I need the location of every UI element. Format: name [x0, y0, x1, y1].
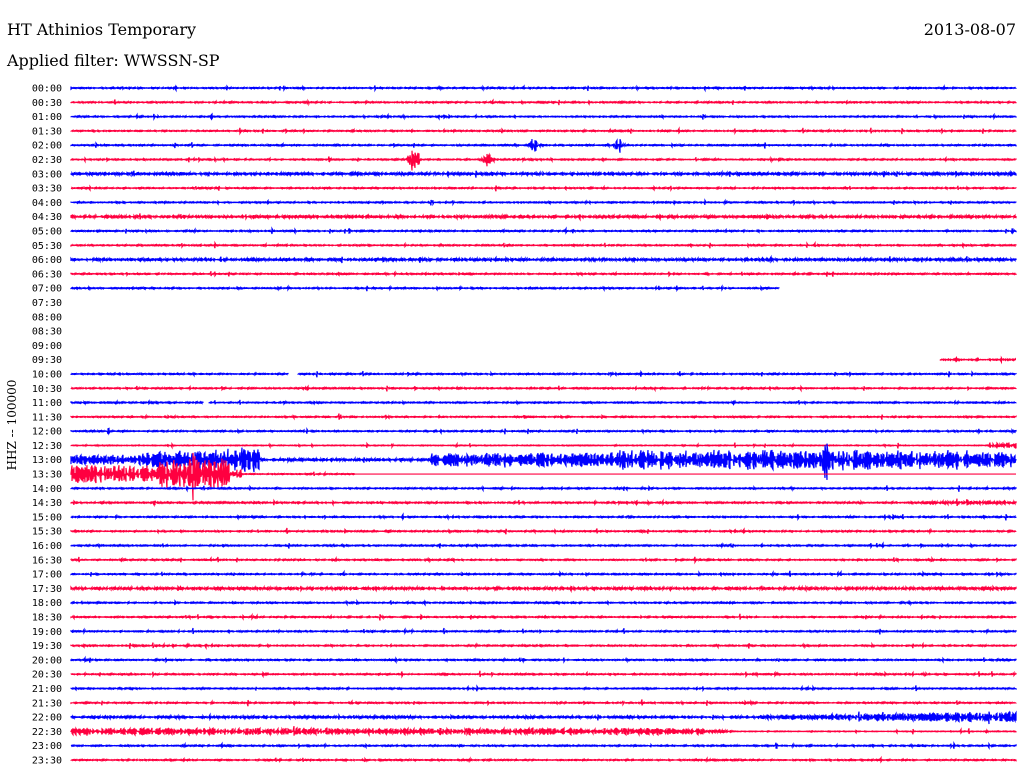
trace-row-0130 — [70, 126, 1017, 136]
row-time-label: 01:30 — [32, 126, 62, 137]
row-time-label: 18:30 — [32, 613, 62, 624]
row-time-label: 12:30 — [32, 441, 62, 452]
row-time-label: 16:30 — [32, 555, 62, 566]
row-time-label: 21:00 — [32, 684, 62, 695]
trace-row-1100 — [70, 399, 1017, 407]
row-time-label: 13:00 — [32, 455, 62, 466]
row-time-label: 07:00 — [32, 284, 62, 295]
trace-row-0600 — [70, 254, 1017, 264]
row-time-label: 15:30 — [32, 527, 62, 538]
row-time-label: 10:30 — [32, 384, 62, 395]
row-time-label: 02:00 — [32, 141, 62, 152]
trace-row-2200 — [70, 710, 1017, 725]
trace-row-0500 — [70, 226, 1017, 235]
row-time-label: 11:30 — [32, 412, 62, 423]
trace-row-0030 — [70, 98, 1017, 107]
trace-row-2130 — [70, 699, 1017, 707]
trace-row-0200 — [70, 138, 1017, 153]
trace-row-1130 — [70, 413, 1017, 421]
trace-row-1600 — [70, 541, 1017, 550]
row-time-label: 08:00 — [32, 312, 62, 323]
row-time-label: 02:30 — [32, 155, 62, 166]
trace-row-1200 — [70, 426, 1017, 436]
trace-row-2030 — [70, 670, 1017, 679]
trace-row-1900 — [70, 627, 1017, 636]
row-time-label: 13:30 — [32, 470, 62, 481]
row-time-label: 22:30 — [32, 727, 62, 738]
row-time-label: 06:30 — [32, 269, 62, 280]
row-time-label: 12:00 — [32, 427, 62, 438]
trace-row-0000 — [70, 84, 1017, 93]
row-time-label: 20:30 — [32, 670, 62, 681]
trace-row-2330 — [70, 755, 1017, 764]
trace-row-1430 — [70, 498, 1017, 508]
trace-row-0530 — [70, 240, 1017, 249]
row-time-label: 09:30 — [32, 355, 62, 366]
trace-row-1700 — [70, 569, 1017, 578]
row-time-label: 04:30 — [32, 212, 62, 223]
trace-row-0400 — [70, 198, 1017, 207]
row-time-label: 08:30 — [32, 327, 62, 338]
trace-row-0300 — [70, 169, 1017, 179]
trace-row-0330 — [70, 184, 1017, 193]
row-time-label: 22:00 — [32, 713, 62, 724]
row-time-label: 00:30 — [32, 98, 62, 109]
row-time-label: 16:00 — [32, 541, 62, 552]
row-time-label: 17:00 — [32, 570, 62, 581]
helicorder-plot: 00:00 00:30 01:00 01:30 02:00 02:30 03:00 03:30… — [32, 84, 1017, 767]
trace-row-1930 — [70, 641, 1017, 651]
trace-row-1830 — [70, 612, 1017, 621]
trace-row-1630 — [70, 555, 1017, 565]
row-time-label: 21:30 — [32, 698, 62, 709]
row-time-label: 19:30 — [32, 641, 62, 652]
trace-row-0930 — [939, 355, 1016, 365]
row-time-label: 00:00 — [32, 84, 62, 95]
trace-row-2230 — [70, 725, 1017, 738]
trace-row-1730 — [70, 584, 1017, 594]
row-time-label: 17:30 — [32, 584, 62, 595]
trace-row-1230 — [70, 441, 1017, 450]
row-time-label: 18:00 — [32, 598, 62, 609]
row-time-label: 05:30 — [32, 241, 62, 252]
trace-row-2000 — [70, 655, 1017, 664]
row-time-label: 09:00 — [32, 341, 62, 352]
trace-row-1500 — [70, 512, 1017, 522]
row-time-label: 23:30 — [32, 756, 62, 767]
row-time-label: 20:00 — [32, 655, 62, 666]
trace-row-1530 — [70, 527, 1017, 535]
row-time-label: 23:00 — [32, 741, 62, 752]
trace-row-2100 — [70, 684, 1017, 693]
row-time-label: 05:00 — [32, 226, 62, 237]
trace-row-1400 — [70, 484, 1017, 493]
trace-row-1030 — [70, 384, 1017, 393]
row-time-label: 07:30 — [32, 298, 62, 309]
row-time-label: 03:30 — [32, 184, 62, 195]
row-time-label: 19:00 — [32, 627, 62, 638]
trace-row-1000 — [70, 369, 1017, 378]
row-time-label: 03:00 — [32, 169, 62, 180]
trace-row-0230 — [70, 150, 1017, 171]
trace-row-0630 — [70, 270, 1017, 278]
row-time-label: 11:00 — [32, 398, 62, 409]
row-time-label: 14:30 — [32, 498, 62, 509]
row-time-label: 15:00 — [32, 512, 62, 523]
trace-row-0430 — [70, 212, 1017, 222]
row-time-label: 14:00 — [32, 484, 62, 495]
trace-row-2300 — [70, 740, 1017, 751]
row-time-label: 06:00 — [32, 255, 62, 266]
trace-row-1800 — [70, 598, 1017, 607]
row-time-label: 04:00 — [32, 198, 62, 209]
trace-row-0700 — [70, 284, 780, 293]
row-time-label: 01:00 — [32, 112, 62, 123]
row-time-label: 10:00 — [32, 369, 62, 380]
trace-row-0100 — [70, 112, 1017, 122]
